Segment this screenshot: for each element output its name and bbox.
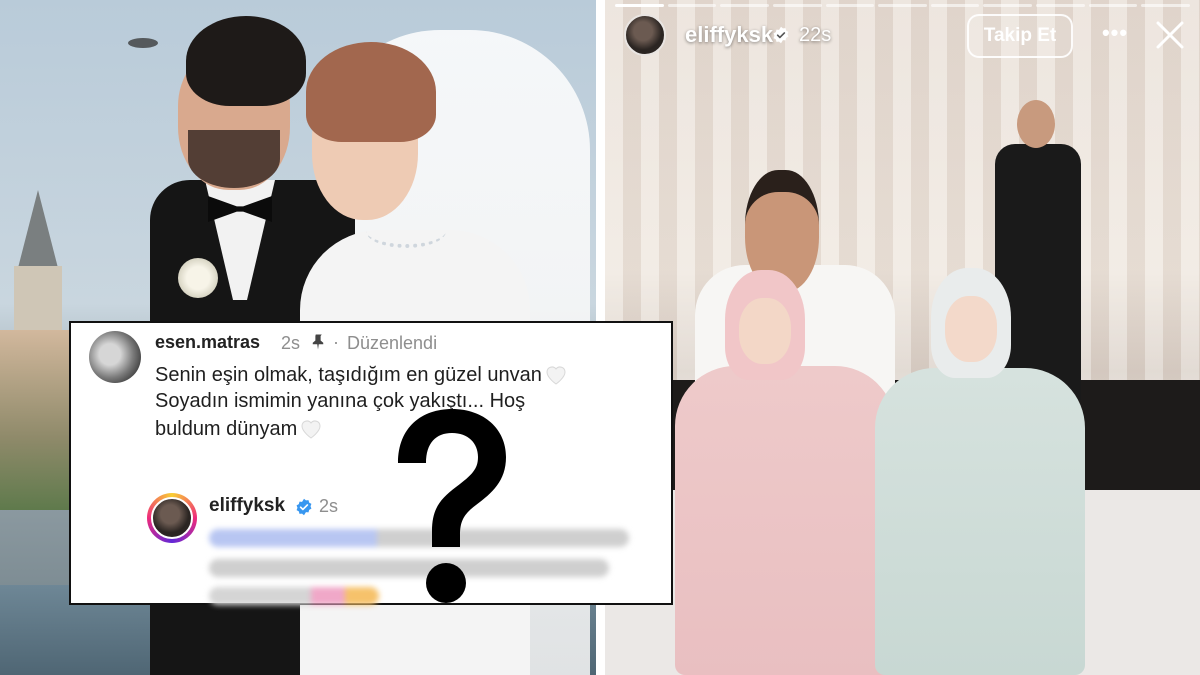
white-heart-icon — [546, 366, 566, 385]
bird — [128, 38, 158, 48]
reply-avatar[interactable] — [151, 497, 193, 539]
groom-beard — [188, 130, 280, 188]
story-photo — [605, 0, 1200, 675]
necklace — [366, 214, 446, 248]
comment-card: esen.matras 2s · Düzenlendi Senin eşin o… — [69, 321, 673, 605]
story-avatar[interactable] — [624, 14, 666, 56]
white-heart-icon — [301, 420, 321, 439]
reply-time: 2s — [319, 496, 339, 516]
boutonniere — [178, 258, 218, 298]
bride-hair — [306, 42, 436, 142]
verified-badge-icon — [296, 498, 312, 516]
verified-badge-icon — [773, 26, 789, 44]
pin-icon — [312, 334, 324, 350]
comment-line: Senin eşin olmak, taşıdığım en güzel unv… — [155, 363, 568, 387]
question-mark-icon — [398, 409, 506, 603]
close-icon[interactable] — [1153, 18, 1187, 52]
follow-button[interactable]: Takip Et — [967, 14, 1073, 58]
comment-line: buldum dünyam — [155, 417, 323, 441]
comment-time: 2s — [281, 333, 301, 353]
more-options-icon[interactable]: ••• — [1100, 22, 1130, 48]
commenter-username[interactable]: esen.matras — [155, 332, 260, 353]
story-time: 22s — [799, 24, 832, 46]
groom-hair — [186, 16, 306, 106]
commenter-avatar[interactable] — [89, 331, 141, 383]
story-header: eliffyksk 22s Takip Et ••• — [605, 0, 1200, 72]
separator-dot: · — [333, 332, 339, 352]
woman-pink-dress — [675, 270, 895, 675]
edited-label: Düzenlendi — [347, 333, 438, 353]
story-username[interactable]: eliffyksk — [685, 22, 773, 48]
woman-mint-dress — [875, 268, 1085, 675]
reply-username[interactable]: eliffyksk — [209, 495, 285, 517]
blurred-reply-text — [209, 587, 379, 605]
